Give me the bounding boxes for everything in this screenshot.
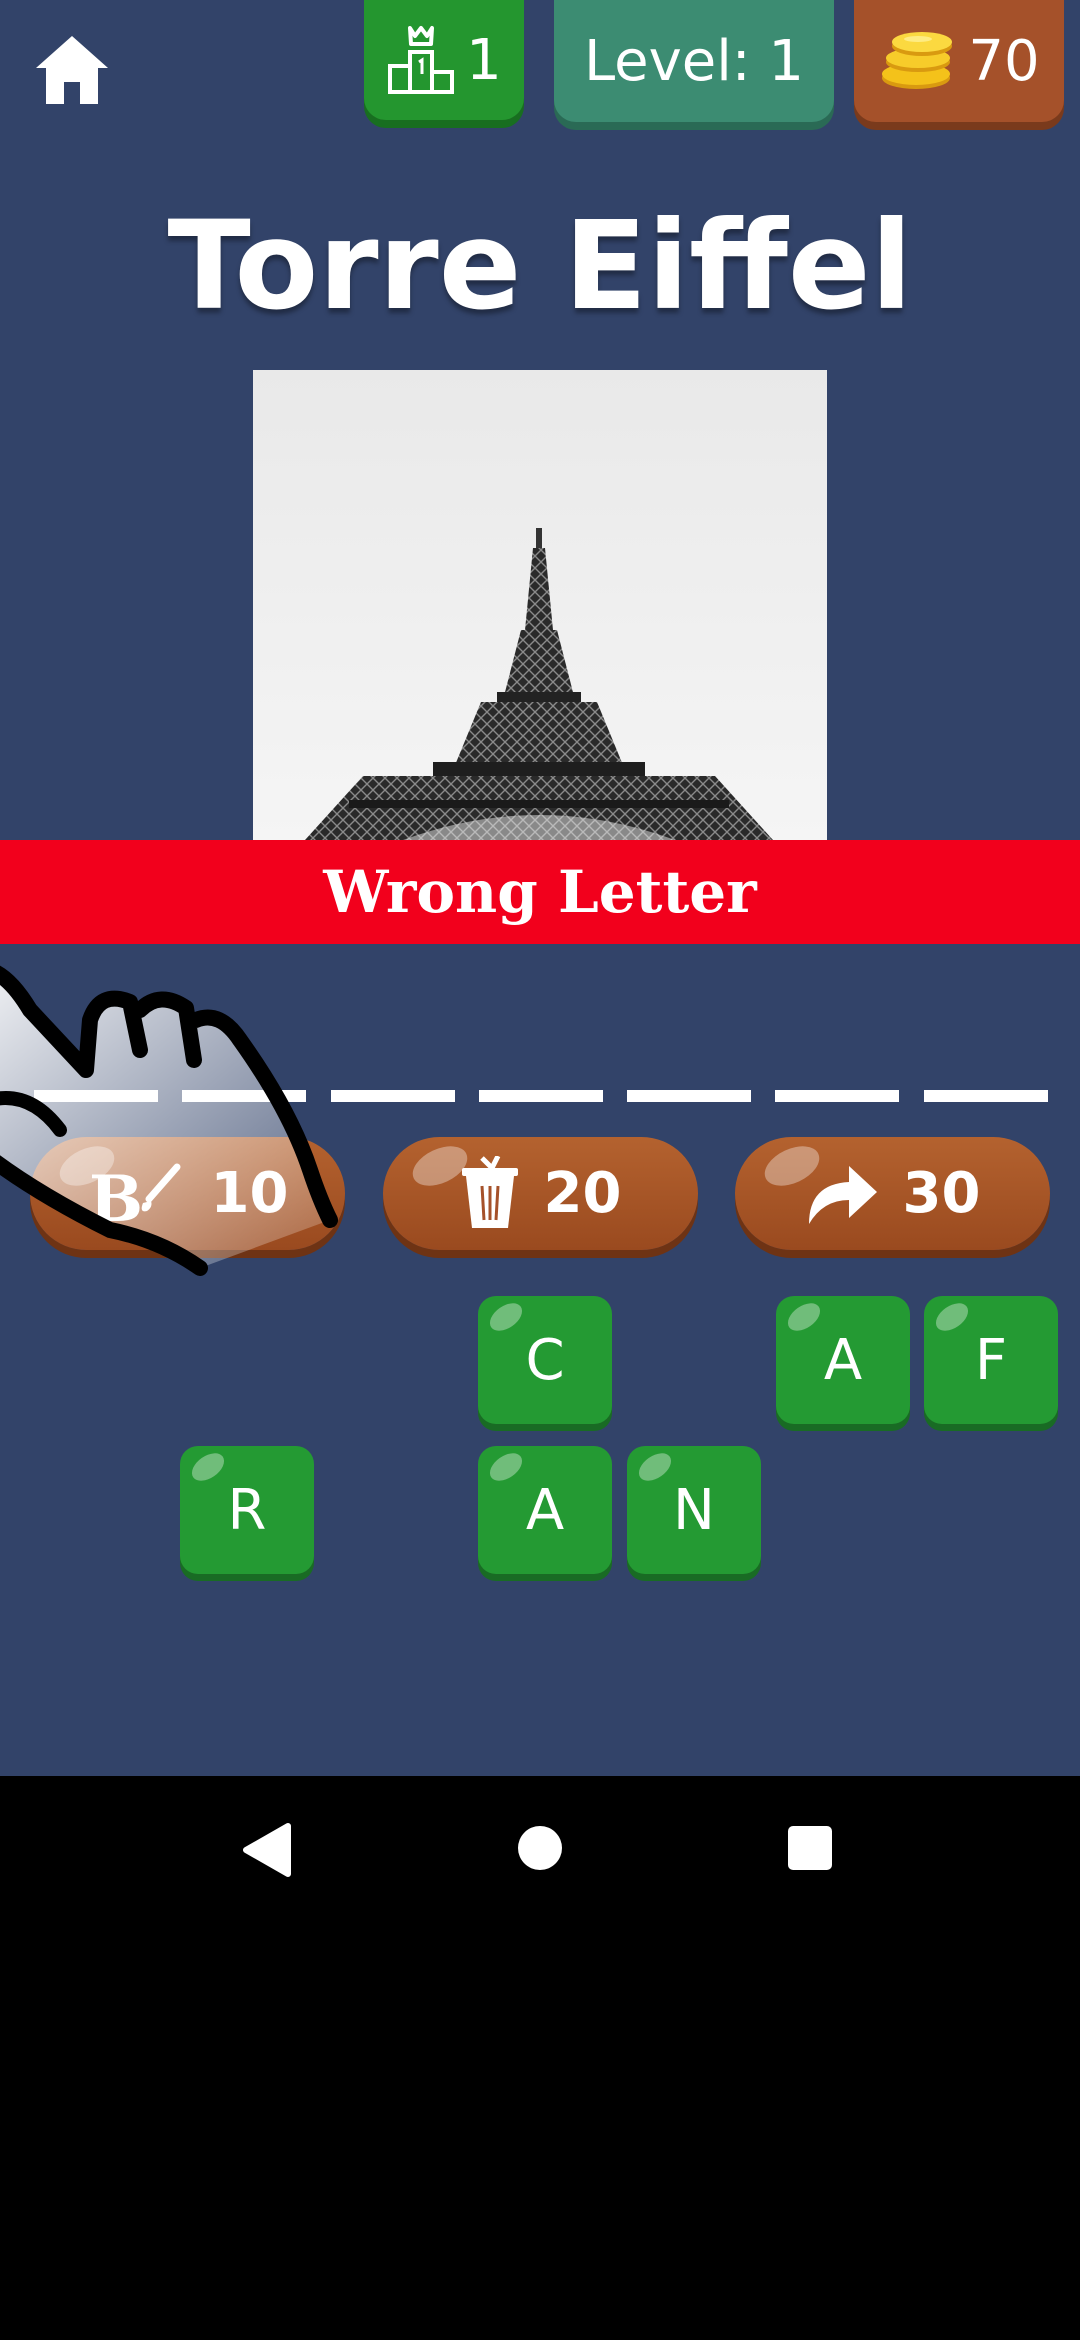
answer-slot[interactable] [627, 1090, 751, 1102]
puzzle-title: Torre Eiffel [167, 195, 913, 337]
answer-slot[interactable] [331, 1090, 455, 1102]
skip-level-button[interactable]: 30 [735, 1137, 1050, 1250]
answer-slot[interactable] [479, 1090, 603, 1102]
level-indicator: Level: 1 [554, 0, 834, 122]
level-label: Level: 1 [583, 28, 805, 94]
letter-tile-label: R [227, 1477, 267, 1543]
letter-tile-label: N [673, 1477, 715, 1543]
podium-crown-icon [388, 26, 455, 94]
coins-value: 70 [968, 28, 1040, 94]
game-area: 1 Level: 1 70 Torre Eiffel Wrong Letter … [0, 0, 1080, 1776]
letter-tile[interactable]: F [924, 1296, 1058, 1424]
letter-tile[interactable]: R [180, 1446, 314, 1574]
gold-coins-icon [882, 32, 953, 89]
answer-slot[interactable] [182, 1090, 306, 1102]
letter-tile-label: F [974, 1327, 1008, 1393]
screen: 1 Level: 1 70 Torre Eiffel Wrong Letter … [0, 0, 1080, 2340]
letter-tile[interactable]: N [627, 1446, 761, 1574]
coins-button[interactable]: 70 [854, 0, 1064, 122]
home-circle-icon[interactable] [516, 1824, 564, 1872]
rank-value: 1 [466, 27, 502, 93]
letter-tile-label: A [525, 1477, 565, 1543]
wrong-letter-banner: Wrong Letter [0, 840, 1080, 944]
reveal-letter-cost: 10 [210, 1161, 289, 1226]
reveal-letter-button[interactable]: B 10 [30, 1137, 345, 1250]
letter-tile-label: A [823, 1327, 863, 1393]
leaderboard-button[interactable]: 1 [364, 0, 524, 120]
back-triangle-icon[interactable] [240, 1822, 292, 1878]
letter-tile[interactable]: A [776, 1296, 910, 1424]
skip-arrow-icon [808, 1165, 877, 1224]
skip-level-cost: 30 [902, 1161, 981, 1226]
letter-tile[interactable]: A [478, 1446, 612, 1574]
answer-slot[interactable] [34, 1090, 158, 1102]
home-icon [36, 36, 108, 104]
letter-tile[interactable]: C [478, 1296, 612, 1424]
remove-letters-button[interactable]: 20 [383, 1137, 698, 1250]
eiffel-tower-photo [253, 370, 827, 840]
answer-slot[interactable] [924, 1090, 1048, 1102]
letter-tile-label: C [525, 1327, 565, 1393]
home-button[interactable] [32, 30, 112, 110]
trash-bin-icon [461, 1155, 518, 1228]
system-navigation-bar [0, 1776, 1080, 2340]
recents-square-icon[interactable] [786, 1824, 834, 1872]
remove-letters-cost: 20 [543, 1161, 622, 1226]
answer-slot[interactable] [775, 1090, 899, 1102]
